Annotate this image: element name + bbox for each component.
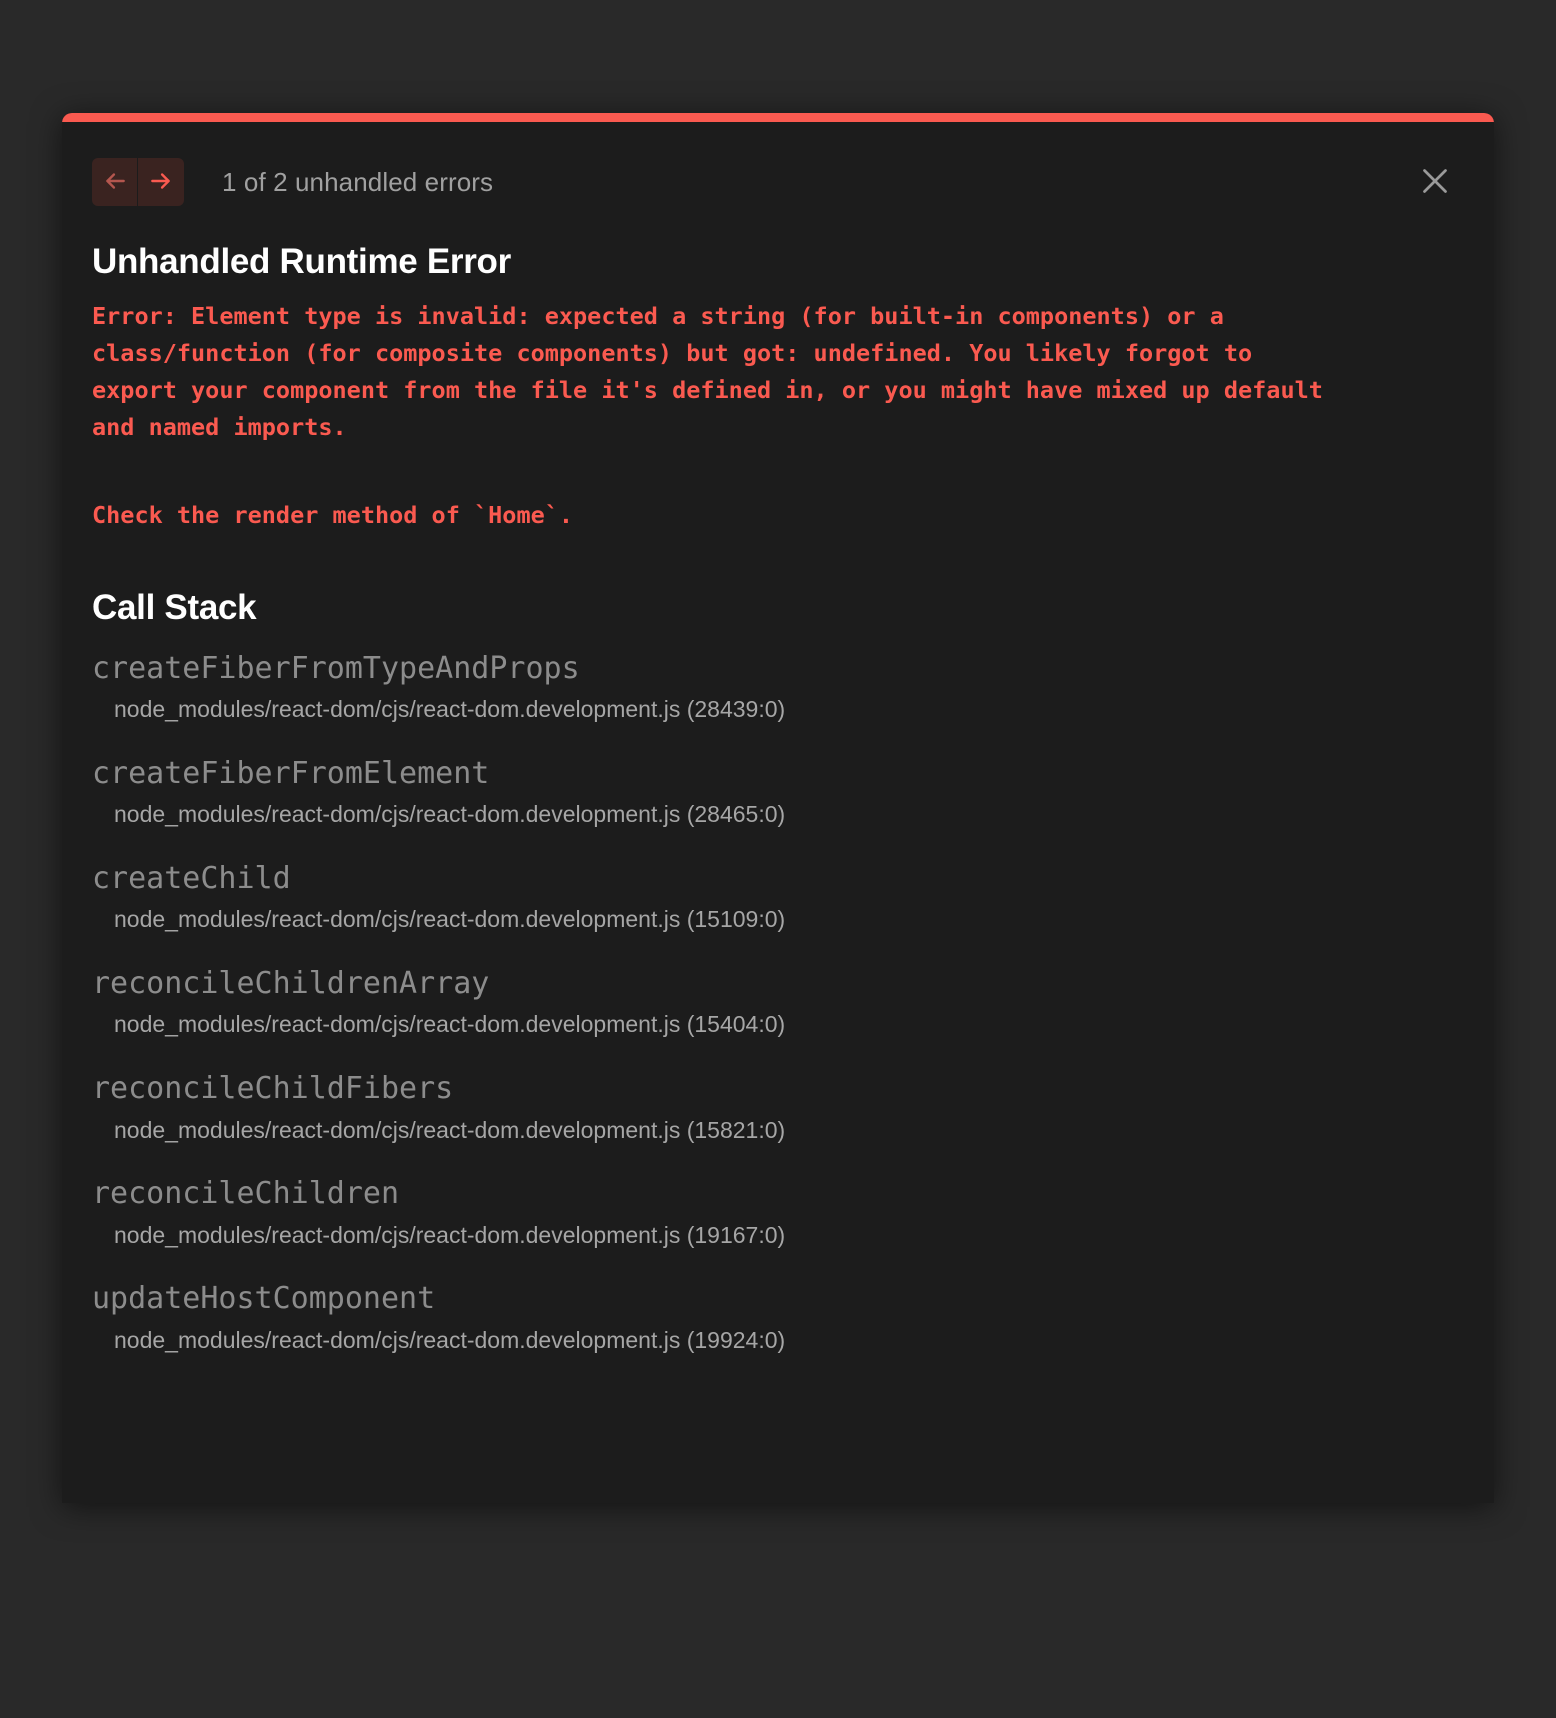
dialog-content: Unhandled Runtime Error Error: Element t… [62, 242, 1494, 1354]
error-hint: Check the render method of `Home`. [92, 500, 574, 529]
call-stack-frame[interactable]: reconcileChildren node_modules/react-dom… [92, 1175, 1464, 1249]
frame-location[interactable]: node_modules/react-dom/cjs/react-dom.dev… [114, 906, 1464, 934]
error-navigation-group [92, 158, 184, 206]
frame-function-name[interactable]: createFiberFromElement [92, 755, 1464, 793]
accent-bar [62, 113, 1494, 122]
frame-location[interactable]: node_modules/react-dom/cjs/react-dom.dev… [114, 696, 1464, 724]
error-title: Unhandled Runtime Error [92, 242, 511, 281]
frame-location[interactable]: node_modules/react-dom/cjs/react-dom.dev… [114, 801, 1464, 829]
frame-location[interactable]: node_modules/react-dom/cjs/react-dom.dev… [114, 1327, 1464, 1355]
frame-function-name[interactable]: reconcileChildFibers [92, 1070, 1464, 1108]
frame-location[interactable]: node_modules/react-dom/cjs/react-dom.dev… [114, 1222, 1464, 1250]
call-stack-frame[interactable]: reconcileChildFibers node_modules/react-… [92, 1070, 1464, 1144]
frame-function-name[interactable]: reconcileChildren [92, 1175, 1464, 1213]
dialog-header: 1 of 2 unhandled errors [62, 122, 1494, 242]
call-stack-frame[interactable]: reconcileChildrenArray node_modules/reac… [92, 965, 1464, 1039]
previous-error-button[interactable] [92, 158, 138, 206]
error-message: Error: Element type is invalid: expected… [92, 302, 1338, 442]
call-stack-list: createFiberFromTypeAndProps node_modules… [92, 650, 1464, 1355]
frame-function-name[interactable]: reconcileChildrenArray [92, 965, 1464, 1003]
dialog-body: 1 of 2 unhandled errors Unhandled Runtim… [62, 122, 1494, 1503]
call-stack-title: Call Stack [92, 587, 257, 627]
next-error-button[interactable] [138, 158, 184, 206]
frame-location[interactable]: node_modules/react-dom/cjs/react-dom.dev… [114, 1011, 1464, 1039]
frame-function-name[interactable]: updateHostComponent [92, 1280, 1464, 1318]
arrow-left-icon [102, 168, 128, 197]
arrow-right-icon [148, 168, 174, 197]
frame-function-name[interactable]: createFiberFromTypeAndProps [92, 650, 1464, 688]
call-stack-frame[interactable]: updateHostComponent node_modules/react-d… [92, 1280, 1464, 1354]
call-stack-frame[interactable]: createChild node_modules/react-dom/cjs/r… [92, 860, 1464, 934]
call-stack-frame[interactable]: createFiberFromElement node_modules/reac… [92, 755, 1464, 829]
error-overlay-dialog: 1 of 2 unhandled errors Unhandled Runtim… [62, 113, 1494, 1503]
call-stack-frame[interactable]: createFiberFromTypeAndProps node_modules… [92, 650, 1464, 724]
page-root: 1 of 2 unhandled errors Unhandled Runtim… [0, 0, 1556, 1718]
close-icon [1417, 163, 1453, 202]
error-count-label: 1 of 2 unhandled errors [222, 166, 494, 197]
frame-location[interactable]: node_modules/react-dom/cjs/react-dom.dev… [114, 1117, 1464, 1145]
frame-function-name[interactable]: createChild [92, 860, 1464, 898]
close-button[interactable] [1412, 159, 1458, 205]
